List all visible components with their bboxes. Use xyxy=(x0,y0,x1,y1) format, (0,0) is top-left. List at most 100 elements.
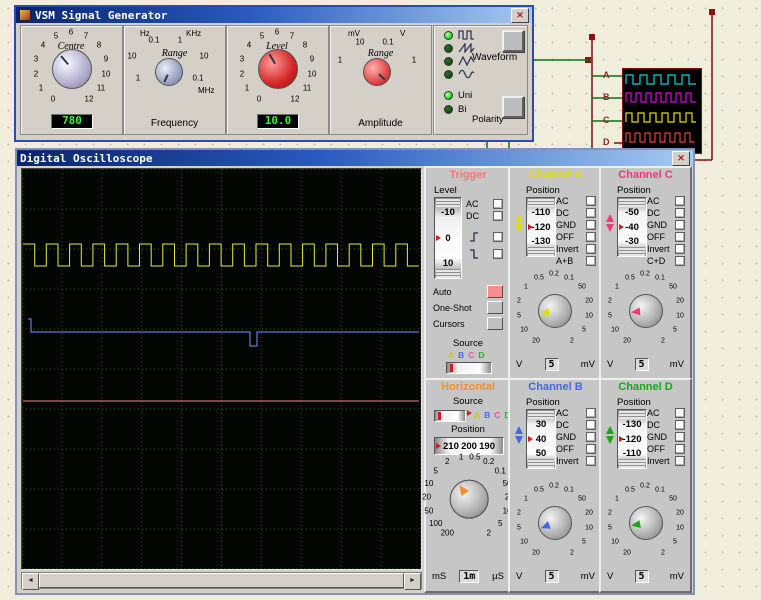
channel-button-radio[interactable] xyxy=(675,432,685,442)
channel-button-radio[interactable] xyxy=(586,444,596,454)
trigger-source-thumbwheel[interactable] xyxy=(446,362,492,374)
unit-left: V xyxy=(607,571,613,582)
dial-tick: 7 xyxy=(84,32,88,41)
channel-button-radio[interactable] xyxy=(675,244,685,254)
trigger-level-thumbwheel[interactable]: -10010 xyxy=(434,197,462,279)
channel-button-label: Invert xyxy=(556,244,579,254)
frequency-range-knob[interactable] xyxy=(155,58,183,86)
level-knob[interactable] xyxy=(258,49,298,89)
falling-edge-radio[interactable] xyxy=(493,249,503,259)
channel-button-radio[interactable] xyxy=(586,420,596,430)
centre-knob[interactable] xyxy=(52,49,92,89)
thumbwheel-value: -120 xyxy=(531,222,550,233)
dial-tick: 12 xyxy=(85,95,94,104)
oscilloscope-titlebar[interactable]: Digital Oscilloscope ✕ xyxy=(17,150,693,166)
dial-tick: 10 xyxy=(676,313,684,320)
channel-button-label: GND xyxy=(556,220,576,230)
channel-button-label: Invert xyxy=(556,456,579,466)
thumbwheel-value: 30 xyxy=(536,419,547,430)
timebase-units: mS 1m µS xyxy=(432,570,504,583)
oscilloscope-body: ◄ ► Trigger Level -10010 xyxy=(17,166,693,593)
channel-button-label: DC xyxy=(556,208,569,218)
scroll-right-button[interactable]: ► xyxy=(404,573,421,590)
channel-button-radio[interactable] xyxy=(675,220,685,230)
dial-tick: 20 xyxy=(623,338,631,345)
horizontal-source-thumbwheel[interactable] xyxy=(434,410,466,422)
channel-button-radio[interactable] xyxy=(675,420,685,430)
channel-c-position-thumbwheel[interactable]: -50-40-30 xyxy=(617,197,647,257)
coupling-radio[interactable] xyxy=(493,211,503,221)
dial-tick: 0.2 xyxy=(483,458,494,466)
dial-tick: 10 xyxy=(356,38,365,47)
channel-c-buttons: AC DC GND OFF Invert C+D xyxy=(647,196,685,268)
dial-tick: 0.5 xyxy=(534,487,544,494)
timebase-knob[interactable] xyxy=(450,480,489,519)
dial-tick: 0.5 xyxy=(625,275,635,282)
channel-button-radio[interactable] xyxy=(586,196,596,206)
scroll-left-button[interactable]: ◄ xyxy=(22,573,39,590)
screen-scrollbar[interactable]: ◄ ► xyxy=(21,572,422,589)
channel-button-radio[interactable] xyxy=(675,208,685,218)
dial-tick: 1 xyxy=(524,284,528,291)
level-display: 10.0 xyxy=(257,114,299,129)
channel-button-radio[interactable] xyxy=(586,208,596,218)
channel-button-radio[interactable] xyxy=(586,432,596,442)
amplitude-range-knob[interactable] xyxy=(363,58,391,86)
close-button[interactable]: ✕ xyxy=(511,8,529,23)
channel-button-radio[interactable] xyxy=(586,220,596,230)
channel-button-radio[interactable] xyxy=(675,408,685,418)
oscilloscope-component[interactable] xyxy=(622,68,702,154)
dial-tick: 0.2 xyxy=(640,271,650,278)
channel-button-label: GND xyxy=(556,432,576,442)
channel-button-radio[interactable] xyxy=(586,232,596,242)
rising-edge-radio[interactable] xyxy=(493,232,503,242)
channel-button-label: AC xyxy=(647,196,660,206)
mhz-unit-label: MHz xyxy=(198,86,214,95)
channel-button-label: Invert xyxy=(647,244,670,254)
thumbwheel-value: 210 xyxy=(443,441,459,452)
channel-button-radio[interactable] xyxy=(675,256,685,266)
dial-tick: 0.2 xyxy=(549,483,559,490)
trigger-button[interactable] xyxy=(487,317,503,330)
close-button[interactable]: ✕ xyxy=(672,151,690,166)
channel-d-title: Channel D xyxy=(601,381,690,393)
dial-tick: 1 xyxy=(615,284,619,291)
channel-d-gain-knob[interactable] xyxy=(629,506,663,540)
component-pin-labels: ABCD xyxy=(603,68,615,152)
channel-a-position-thumbwheel[interactable]: -110-120-130 xyxy=(526,197,556,257)
position-label: Position xyxy=(526,397,560,408)
timebase-value: 1m xyxy=(459,570,479,583)
channel-b-position-thumbwheel[interactable]: 304050 xyxy=(526,409,556,469)
channel-d-units: V 5 mV xyxy=(607,570,684,583)
channel-button-radio[interactable] xyxy=(675,456,685,466)
thumbwheel-marker xyxy=(438,412,441,420)
channel-button-radio[interactable] xyxy=(586,408,596,418)
channel-button-radio[interactable] xyxy=(675,444,685,454)
dial-tick: 0.5 xyxy=(469,454,480,462)
thumbwheel-value: 10 xyxy=(443,258,454,269)
waveform-select-button[interactable] xyxy=(502,30,524,52)
channel-button-radio[interactable] xyxy=(675,232,685,242)
trigger-button[interactable] xyxy=(487,301,503,314)
channel-b-position-arrows xyxy=(515,426,523,444)
scrollbar-thumb[interactable] xyxy=(39,573,404,588)
dial-tick: 1 xyxy=(615,496,619,503)
channel-d-position-thumbwheel[interactable]: -130-120-110 xyxy=(617,409,647,469)
polarity-select-button[interactable] xyxy=(502,96,524,118)
dial-tick: 1 xyxy=(459,454,463,462)
channel-button-radio[interactable] xyxy=(586,244,596,254)
coupling-radio[interactable] xyxy=(493,199,503,209)
channel-c-gain-knob[interactable] xyxy=(629,294,663,328)
channel-a-gain-knob[interactable] xyxy=(538,294,572,328)
unit-left: V xyxy=(516,359,522,370)
polarity-label: Polarity xyxy=(472,114,504,125)
dial-tick: 50 xyxy=(578,284,586,291)
channel-button-radio[interactable] xyxy=(586,456,596,466)
signal-generator-titlebar[interactable]: VSM Signal Generator ✕ xyxy=(16,7,532,23)
channel-button-radio[interactable] xyxy=(675,196,685,206)
trigger-button[interactable] xyxy=(487,285,503,298)
channel-b-gain-knob[interactable] xyxy=(538,506,572,540)
channel-button-radio[interactable] xyxy=(586,256,596,266)
frequency-range-group: Hz KHz 1100.11100.1 Range MHz Frequency xyxy=(123,25,226,135)
dial-tick: 2 xyxy=(570,550,574,557)
